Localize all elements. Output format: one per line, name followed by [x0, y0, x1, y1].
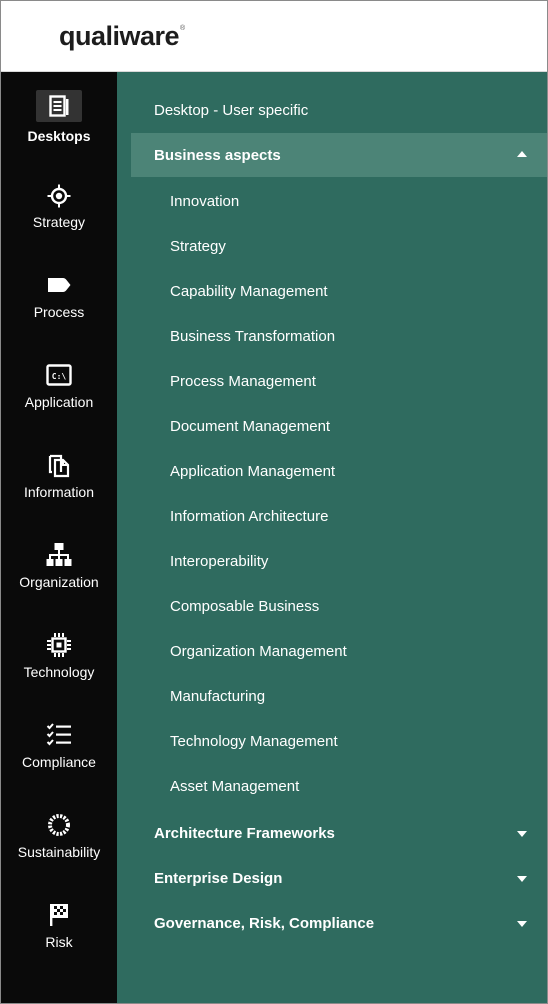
menu-section-governance-risk-compliance[interactable]: Governance, Risk, Compliance [131, 901, 547, 945]
header: qualiware® [1, 1, 547, 72]
rail-label-risk: Risk [45, 934, 73, 950]
wreath-icon [48, 814, 70, 836]
menu-section-label: Governance, Risk, Compliance [154, 914, 375, 932]
rail-label-desktops: Desktops [27, 128, 91, 144]
rail-item-information[interactable]: Information [1, 448, 117, 532]
caret-up-icon [517, 151, 527, 157]
submenu-item-label: Information Architecture [170, 507, 329, 525]
rail-label-application: Application [24, 394, 94, 410]
submenu-item-label: Composable Business [170, 597, 320, 615]
submenu-item-label: Organization Management [170, 642, 347, 660]
flag-icon [50, 904, 68, 926]
submenu-item-business-transformation[interactable]: Business Transformation [131, 314, 547, 358]
menu-section-enterprise-design[interactable]: Enterprise Design [131, 856, 547, 900]
menu-item-label: Desktop - User specific [154, 101, 309, 119]
caret-down-icon [517, 876, 527, 882]
desktop-menu-panel: Desktop - User specific Business aspects… [117, 72, 547, 1003]
submenu-item-label: Manufacturing [170, 687, 266, 705]
submenu-item-label: Business Transformation [170, 327, 336, 345]
submenu-item-label: Interoperability [170, 552, 269, 570]
menu-section-business-aspects[interactable]: Business aspects [131, 133, 547, 177]
rail-label-information: Information [23, 484, 95, 500]
menu-section-label: Enterprise Design [154, 869, 283, 887]
submenu-item-asset-management[interactable]: Asset Management [131, 764, 547, 808]
submenu-item-label: Innovation [170, 192, 240, 210]
terminal-icon: C:\ [46, 364, 72, 386]
submenu-item-interoperability[interactable]: Interoperability [131, 539, 547, 583]
process-tag-icon [48, 278, 71, 292]
rail-label-strategy: Strategy [32, 214, 86, 230]
submenu-item-technology-management[interactable]: Technology Management [131, 719, 547, 763]
submenu-item-strategy[interactable]: Strategy [131, 224, 547, 268]
submenu-item-application-management[interactable]: Application Management [131, 449, 547, 493]
submenu-item-label: Asset Management [170, 777, 300, 795]
submenu-item-document-management[interactable]: Document Management [131, 404, 547, 448]
documents-icon [48, 454, 70, 478]
target-icon [47, 184, 71, 208]
menu-section-label: Architecture Frameworks [154, 824, 335, 842]
submenu-item-label: Document Management [170, 417, 331, 435]
registered-mark: ® [180, 25, 185, 32]
submenu-item-label: Process Management [170, 372, 316, 390]
submenu-item-organization-management[interactable]: Organization Management [131, 629, 547, 673]
submenu-item-label: Strategy [170, 237, 226, 255]
submenu-item-capability-management[interactable]: Capability Management [131, 269, 547, 313]
menu-item-desktop-user-specific[interactable]: Desktop - User specific [131, 88, 547, 132]
submenu-item-composable-business[interactable]: Composable Business [131, 584, 547, 628]
submenu-item-label: Application Management [170, 462, 336, 480]
rail-item-application[interactable]: C:\ Application [1, 358, 117, 442]
rail-label-compliance: Compliance [22, 754, 96, 770]
rail-label-organization: Organization [19, 574, 99, 590]
rail-label-sustainability: Sustainability [17, 844, 101, 860]
rail-item-strategy[interactable]: Strategy [1, 178, 117, 262]
submenu-item-label: Capability Management [170, 282, 328, 300]
menu-section-architecture-frameworks[interactable]: Architecture Frameworks [131, 811, 547, 855]
org-chart-icon [46, 543, 72, 566]
rail-item-risk[interactable]: Risk [1, 898, 117, 982]
rail-label-technology: Technology [23, 664, 95, 680]
caret-down-icon [517, 921, 527, 927]
rail-item-process[interactable]: Process [1, 268, 117, 352]
caret-down-icon [517, 831, 527, 837]
rail-item-compliance[interactable]: Compliance [1, 718, 117, 802]
submenu-item-information-architecture[interactable]: Information Architecture [131, 494, 547, 538]
submenu-item-process-management[interactable]: Process Management [131, 359, 547, 403]
qualiware-logo[interactable]: qualiware® [59, 21, 185, 52]
submenu-item-innovation[interactable]: Innovation [131, 179, 547, 223]
app-frame: qualiware® Desktops Strategy Process C:\… [0, 0, 548, 1004]
desktops-icon [36, 90, 82, 122]
menu-section-label: Business aspects [154, 146, 281, 164]
svg-text:C:\: C:\ [52, 372, 67, 381]
rail-item-desktops[interactable]: Desktops [1, 90, 117, 174]
rail-label-process: Process [33, 304, 85, 320]
chip-icon [47, 633, 71, 657]
submenu-item-manufacturing[interactable]: Manufacturing [131, 674, 547, 718]
rail-item-technology[interactable]: Technology [1, 628, 117, 712]
left-nav-rail: Desktops Strategy Process C:\ Applicatio… [1, 72, 117, 1003]
rail-item-sustainability[interactable]: Sustainability [1, 808, 117, 892]
submenu-item-label: Technology Management [170, 732, 338, 750]
checklist-icon [46, 723, 71, 746]
rail-item-organization[interactable]: Organization [1, 538, 117, 622]
logo-text: qualiware [59, 21, 180, 51]
